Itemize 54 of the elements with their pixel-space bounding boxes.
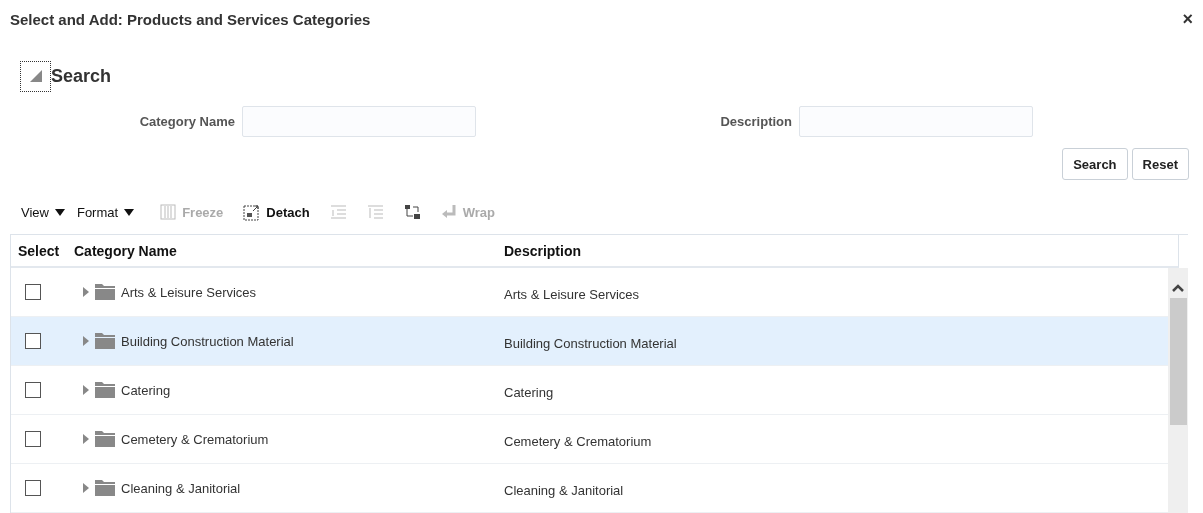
triangle-icon bbox=[29, 70, 42, 82]
checkbox[interactable] bbox=[25, 333, 41, 349]
column-header: Description bbox=[503, 242, 582, 259]
expand-arrow-icon[interactable] bbox=[83, 336, 89, 346]
indent-icon bbox=[329, 204, 347, 220]
checkbox[interactable] bbox=[25, 480, 41, 496]
description-cell-text: Cleaning & Janitorial bbox=[503, 482, 625, 498]
chevron-up-icon bbox=[1172, 284, 1184, 292]
hierarchy-button[interactable] bbox=[403, 204, 421, 220]
category-name: Building Construction Material bbox=[121, 333, 294, 349]
category-name: Cemetery & Crematorium bbox=[121, 431, 269, 447]
wrap-icon bbox=[440, 205, 457, 219]
column-header: Category Name bbox=[73, 242, 178, 259]
folder-icon bbox=[95, 480, 115, 496]
description-cell-text: Building Construction Material bbox=[503, 335, 678, 351]
category-name: Arts & Leisure Services bbox=[121, 284, 257, 300]
field-label: Description bbox=[720, 114, 792, 129]
folder-icon bbox=[95, 382, 115, 398]
dropdown-caret-icon bbox=[54, 208, 65, 216]
toolbar-button[interactable]: Detach bbox=[243, 203, 310, 221]
hierarchy-icon bbox=[403, 204, 421, 220]
outdent-icon bbox=[366, 204, 384, 220]
category-name: Cleaning & Janitorial bbox=[121, 480, 241, 496]
field-label: Category Name bbox=[139, 114, 235, 129]
expand-arrow-icon[interactable] bbox=[83, 385, 89, 395]
collapse-toggle[interactable] bbox=[20, 60, 51, 92]
folder-icon bbox=[95, 431, 115, 447]
folder-icon bbox=[95, 333, 115, 349]
toolbar-button[interactable]: Format bbox=[76, 204, 135, 220]
toolbar-button[interactable]: View bbox=[21, 204, 65, 220]
folder-icon bbox=[95, 284, 115, 300]
checkbox[interactable] bbox=[25, 284, 41, 300]
scrollbar[interactable] bbox=[1168, 268, 1188, 513]
search-button[interactable]: Search bbox=[1062, 148, 1128, 180]
input-field[interactable] bbox=[799, 106, 1033, 137]
input-field[interactable] bbox=[242, 106, 476, 137]
expand-arrow-icon[interactable] bbox=[83, 287, 89, 297]
table-row[interactable]: Building Construction Material Building Construction Material bbox=[11, 317, 1168, 366]
dialog-title: Select and Add: Products and Services Categories bbox=[10, 10, 371, 28]
dropdown-caret-icon bbox=[124, 208, 135, 216]
checkbox[interactable] bbox=[25, 382, 41, 398]
category-name: Catering bbox=[121, 382, 171, 398]
reset-button[interactable]: Reset bbox=[1131, 148, 1189, 180]
close-button[interactable]: × bbox=[1182, 10, 1193, 28]
columns-icon bbox=[160, 204, 177, 220]
description-cell-text: Arts & Leisure Services bbox=[503, 286, 641, 302]
expand-arrow-icon[interactable] bbox=[83, 434, 89, 444]
description-cell-text: Catering bbox=[503, 384, 555, 400]
checkbox[interactable] bbox=[25, 431, 41, 447]
detach-icon bbox=[243, 203, 261, 221]
column-header: Select bbox=[17, 242, 61, 259]
search-heading: Search bbox=[51, 65, 112, 87]
description-cell-text: Cemetery & Crematorium bbox=[503, 433, 653, 449]
expand-arrow-icon[interactable] bbox=[83, 483, 89, 493]
